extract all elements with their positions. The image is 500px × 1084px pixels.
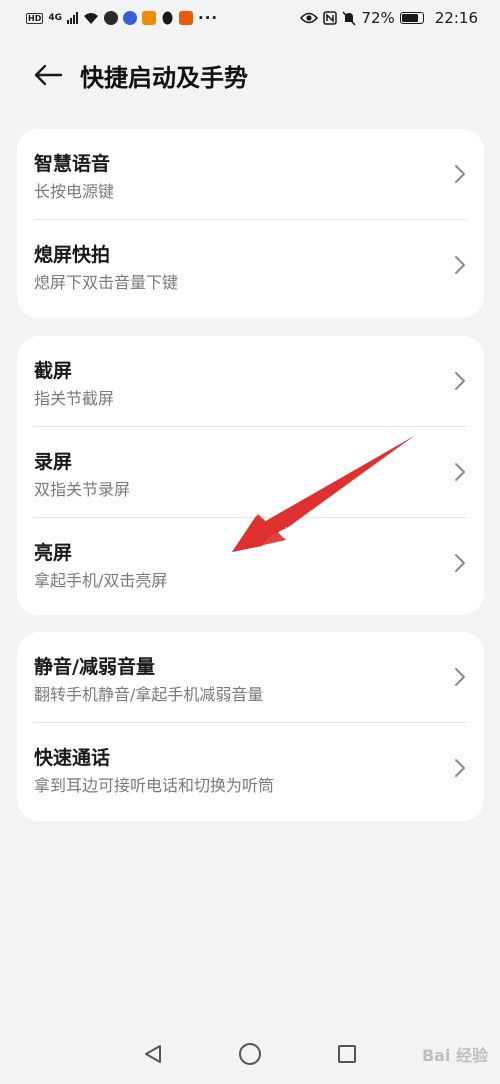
item-subtitle: 拿起手机/双击亮屏 — [34, 571, 168, 590]
chevron-right-icon — [455, 463, 465, 481]
music-icon — [123, 11, 137, 25]
chevron-right-icon — [455, 165, 465, 183]
item-subtitle: 双指关节录屏 — [34, 480, 131, 499]
signal-icon — [67, 12, 78, 24]
eye-icon — [300, 12, 319, 24]
status-bar: HD 4G ··· 72% 22:16 — [0, 0, 500, 36]
chevron-right-icon — [455, 554, 465, 572]
chevron-right-icon — [455, 372, 465, 390]
list-item-voice-assistant[interactable]: 智慧语音 长按电源键 — [17, 129, 484, 219]
wifi-icon — [84, 12, 98, 24]
list-item-screenshot[interactable]: 截屏 指关节截屏 — [17, 336, 484, 426]
item-subtitle: 指关节截屏 — [34, 389, 115, 408]
back-triangle-icon[interactable] — [142, 1043, 164, 1065]
mute-icon — [342, 10, 356, 26]
list-item-wake-screen[interactable]: 亮屏 拿起手机/双击亮屏 — [17, 518, 484, 608]
chevron-right-icon — [455, 256, 465, 274]
clock: 22:16 — [434, 9, 478, 27]
settings-group-3: 静音/减弱音量 翻转手机静音/拿起手机减弱音量 快速通话 拿到耳边可接听电话和切… — [17, 632, 484, 821]
network-type: 4G — [48, 13, 62, 23]
status-bar-left: HD 4G ··· — [26, 9, 218, 27]
page-header: 快捷启动及手势 — [0, 50, 500, 100]
status-bar-right: 72% 22:16 — [300, 9, 478, 27]
back-arrow-icon — [34, 64, 63, 86]
back-button[interactable] — [18, 50, 78, 100]
hd-badge: HD — [26, 12, 44, 24]
settings-group-2: 截屏 指关节截屏 录屏 双指关节录屏 亮屏 拿起手机/双击亮屏 — [17, 336, 484, 615]
watermark: Bai 经验 — [421, 1046, 488, 1065]
list-item-quick-call[interactable]: 快速通话 拿到耳边可接听电话和切换为听筒 — [17, 723, 484, 813]
notification-icon — [142, 11, 156, 25]
list-item-screen-record[interactable]: 录屏 双指关节录屏 — [17, 427, 484, 517]
item-title: 熄屏快拍 — [34, 244, 111, 266]
item-title: 截屏 — [34, 360, 73, 382]
page-title: 快捷启动及手势 — [80, 63, 248, 92]
settings-group-1: 智慧语音 长按电源键 熄屏快拍 熄屏下双击音量下键 — [17, 129, 484, 318]
item-subtitle: 翻转手机静音/拿起手机减弱音量 — [34, 685, 264, 704]
more-notifications-icon: ··· — [198, 9, 219, 27]
item-title: 智慧语音 — [34, 153, 111, 175]
item-subtitle: 长按电源键 — [34, 182, 115, 201]
home-circle-icon[interactable] — [238, 1042, 262, 1066]
chevron-right-icon — [455, 759, 465, 777]
list-item-screen-off-snapshot[interactable]: 熄屏快拍 熄屏下双击音量下键 — [17, 220, 484, 310]
item-title: 录屏 — [34, 451, 73, 473]
item-title: 快速通话 — [34, 747, 111, 769]
item-subtitle: 熄屏下双击音量下键 — [34, 273, 179, 292]
battery-icon — [399, 12, 424, 24]
chevron-right-icon — [455, 668, 465, 686]
nfc-icon — [323, 11, 338, 25]
list-item-mute-volume[interactable]: 静音/减弱音量 翻转手机静音/拿起手机减弱音量 — [17, 632, 484, 722]
app-icon — [179, 11, 193, 25]
item-title: 静音/减弱音量 — [34, 656, 155, 678]
item-title: 亮屏 — [34, 542, 73, 564]
qq-icon — [162, 11, 173, 24]
recents-square-icon[interactable] — [336, 1043, 358, 1065]
battery-percent: 72% — [361, 9, 395, 27]
app-icon — [104, 11, 118, 25]
item-subtitle: 拿到耳边可接听电话和切换为听筒 — [34, 776, 275, 795]
